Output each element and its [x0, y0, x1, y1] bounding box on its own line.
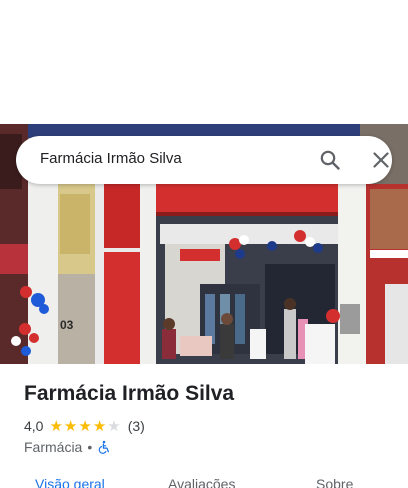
place-category[interactable]: Farmácia [24, 439, 82, 455]
rating-stars: ★ ★ ★ ★ ★ [49, 419, 121, 434]
category-row: Farmácia • [24, 438, 111, 456]
search-icon[interactable] [318, 148, 342, 172]
star-filled-icon: ★ [49, 417, 63, 435]
rating-value: 4,0 [24, 418, 44, 434]
star-filled-icon: ★ [63, 417, 78, 435]
place-tabs: Visão geral Avaliações Sobre [0, 474, 408, 488]
place-title: Farmácia Irmão Silva [24, 382, 235, 405]
review-count[interactable]: (3) [128, 418, 145, 434]
tab-overview[interactable]: Visão geral [35, 476, 105, 488]
tab-reviews[interactable]: Avaliações [168, 476, 235, 488]
category-separator: • [87, 439, 93, 455]
map-area-blank [0, 0, 408, 124]
star-empty-icon: ★ [107, 417, 121, 435]
close-icon[interactable] [369, 148, 393, 172]
rating-row[interactable]: 4,0 ★ ★ ★ ★ ★ (3) [24, 417, 145, 435]
wheelchair-icon [98, 440, 110, 454]
star-filled-icon: ★ [92, 417, 107, 435]
tab-about[interactable]: Sobre [316, 476, 353, 488]
star-filled-icon: ★ [78, 417, 92, 435]
storefront-number: 03 [60, 318, 74, 332]
search-input[interactable]: Farmácia Irmão Silva [40, 150, 182, 167]
place-details-panel: Farmácia Irmão Silva 4,0 ★ ★ ★ ★ ★ (3) Farmá… [0, 364, 408, 488]
search-bar[interactable]: Farmácia Irmão Silva [16, 136, 392, 184]
